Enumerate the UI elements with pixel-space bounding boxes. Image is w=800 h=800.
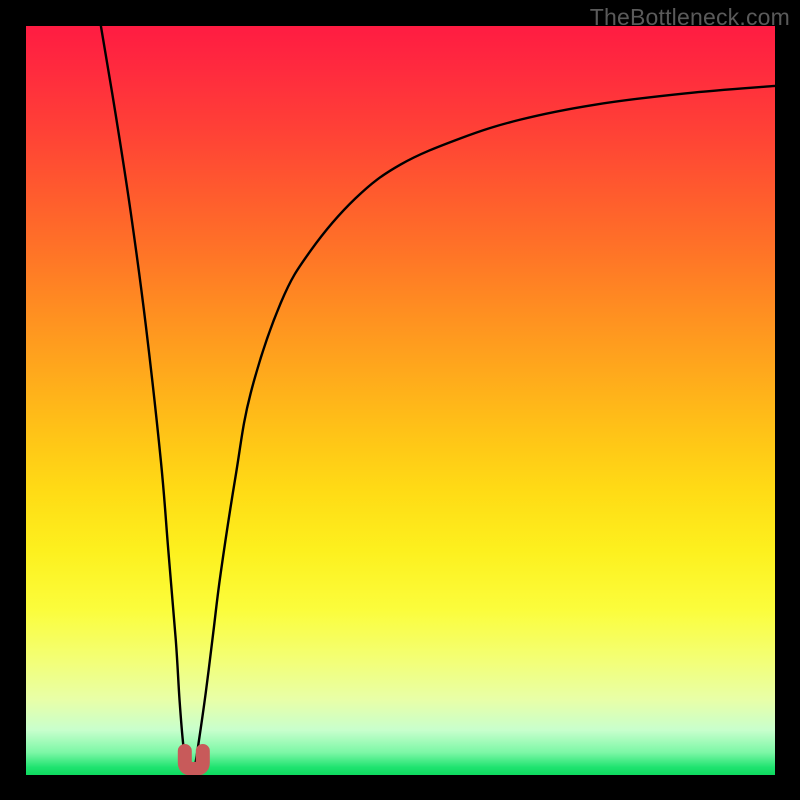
watermark-text: TheBottleneck.com: [590, 4, 790, 31]
chart-frame: TheBottleneck.com: [0, 0, 800, 800]
plot-area: [26, 26, 775, 775]
gradient-background: [26, 26, 775, 775]
